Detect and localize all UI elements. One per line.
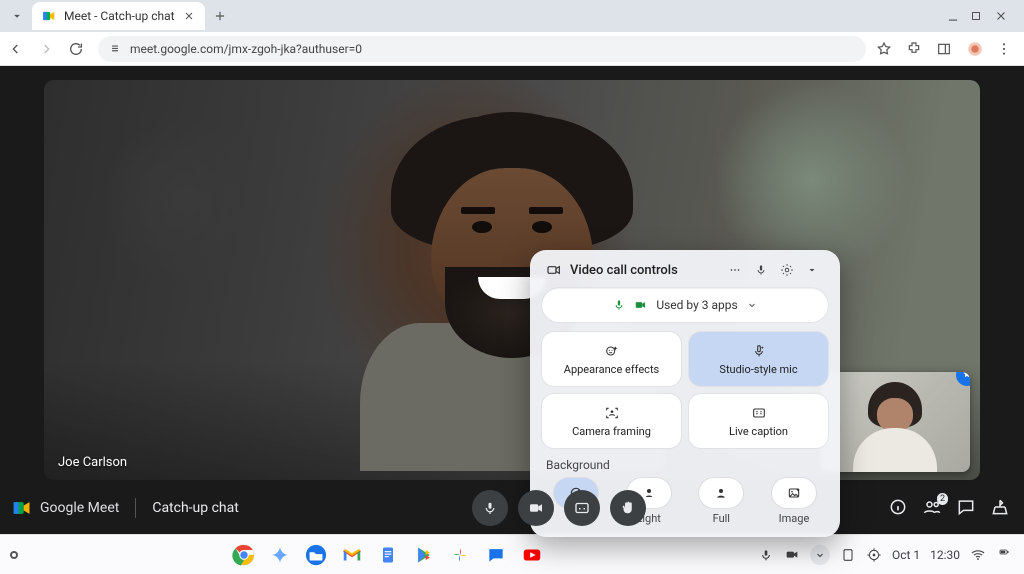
mic-toggle-button[interactable]: [472, 490, 508, 526]
camera-framing-icon: [604, 405, 620, 421]
studio-mic-icon: [751, 343, 767, 359]
panel-collapse-icon[interactable]: [806, 264, 824, 276]
tab-search-dropdown[interactable]: [6, 5, 28, 27]
live-caption-icon: [751, 405, 767, 421]
window-minimize-button[interactable]: [946, 9, 970, 23]
participant-name-label: Joe Carlson: [58, 455, 127, 470]
people-count-badge: 2: [937, 493, 948, 505]
site-settings-icon[interactable]: [108, 42, 122, 56]
play-store int-app-icon[interactable]: [412, 543, 436, 567]
browser-toolbar: meet.google.com/jmx-zgoh-jka?authuser=0: [0, 32, 1024, 66]
divider: [135, 498, 136, 518]
new-tab-button[interactable]: [213, 9, 227, 23]
meet-favicon-icon: [42, 9, 56, 23]
meet-bottom-bar: Google Meet Catch-up chat 2: [0, 486, 1024, 534]
panel-mic-icon[interactable]: [754, 263, 772, 277]
nav-forward-button[interactable]: [38, 41, 58, 57]
apps-usage-pill[interactable]: Used by 3 apps: [542, 288, 828, 322]
tray-expand-icon[interactable]: [810, 545, 830, 565]
tray-locate-icon[interactable]: [866, 547, 882, 563]
chat-panel-icon[interactable]: [956, 497, 978, 519]
camera-toggle-button[interactable]: [518, 490, 554, 526]
tab-title: Meet - Catch-up chat: [64, 9, 175, 23]
activities-icon[interactable]: [990, 497, 1012, 519]
extensions-icon[interactable]: [906, 41, 926, 57]
apps-usage-label: Used by 3 apps: [656, 298, 737, 312]
panel-title: Video call controls: [570, 263, 678, 278]
live-caption-label: Live caption: [729, 425, 788, 438]
gmail-app-icon[interactable]: [340, 543, 364, 567]
appearance-effects-label: Appearance effects: [564, 363, 659, 376]
battery-icon[interactable]: [996, 549, 1014, 561]
wifi-icon[interactable]: [970, 547, 986, 563]
meeting-details-icon[interactable]: [888, 497, 910, 519]
shelf-date: Oct 1: [892, 548, 920, 562]
window-close-button[interactable]: [994, 9, 1018, 23]
status-tray[interactable]: Oct 1 12:30: [758, 545, 1014, 565]
self-view-effects-badge-icon[interactable]: [956, 372, 970, 386]
meet-logo: Google Meet: [12, 498, 119, 518]
chrome-menu-icon[interactable]: [996, 41, 1016, 57]
camera-framing-card[interactable]: Camera framing: [542, 394, 681, 448]
profile-avatar-icon[interactable]: [966, 40, 986, 58]
chevron-down-icon: [746, 299, 758, 311]
bookmark-star-icon[interactable]: [876, 41, 896, 57]
nav-reload-button[interactable]: [68, 41, 88, 57]
meeting-title: Catch-up chat: [152, 500, 239, 516]
nav-back-button[interactable]: [8, 41, 28, 57]
address-bar[interactable]: meet.google.com/jmx-zgoh-jka?authuser=0: [98, 36, 866, 62]
live-caption-card[interactable]: Live caption: [689, 394, 828, 448]
meet-brand-label: Google Meet: [40, 500, 119, 516]
side-panel-icon[interactable]: [936, 41, 956, 57]
panel-settings-icon[interactable]: [780, 263, 798, 277]
appearance-effects-card[interactable]: Appearance effects: [542, 332, 681, 386]
shelf-time: 12:30: [930, 548, 960, 562]
gemini-app-icon[interactable]: [268, 543, 292, 567]
sparkle-face-icon: [604, 343, 620, 359]
photos-app-icon[interactable]: [448, 543, 472, 567]
url-text: meet.google.com/jmx-zgoh-jka?authuser=0: [130, 42, 362, 56]
camera-framing-label: Camera framing: [572, 425, 651, 438]
camera-green-icon: [634, 298, 648, 312]
self-view-tile[interactable]: [820, 372, 970, 472]
tab-close-icon[interactable]: [183, 10, 195, 22]
tray-cast-icon[interactable]: [840, 547, 856, 563]
background-section-label: Background: [546, 458, 824, 472]
captions-button[interactable]: [564, 490, 600, 526]
camera-icon: [546, 262, 562, 278]
messages-app-icon[interactable]: [484, 543, 508, 567]
window-maximize-button[interactable]: [970, 10, 994, 22]
browser-tab-active[interactable]: Meet - Catch-up chat: [32, 2, 205, 30]
studio-mic-card[interactable]: Studio-style mic: [689, 332, 828, 386]
files-app-icon[interactable]: [304, 543, 328, 567]
mic-green-icon: [612, 298, 626, 312]
panel-more-icon[interactable]: [728, 263, 746, 277]
tray-mic-icon[interactable]: [758, 547, 774, 563]
meet-logo-icon: [12, 498, 32, 518]
tray-camera-icon[interactable]: [784, 547, 800, 563]
chrome-app-icon[interactable]: [232, 543, 256, 567]
meet-call-area: Joe Carlson Video call controls: [0, 66, 1024, 534]
youtube-app-icon[interactable]: [520, 543, 544, 567]
docs-app-icon[interactable]: [376, 543, 400, 567]
browser-tab-strip: Meet - Catch-up chat: [0, 0, 1024, 32]
raise-hand-button[interactable]: [610, 490, 646, 526]
studio-mic-label: Studio-style mic: [719, 363, 797, 376]
people-panel-icon[interactable]: 2: [922, 497, 944, 519]
chromeos-shelf: Oct 1 12:30: [0, 534, 1024, 574]
launcher-button[interactable]: [10, 551, 18, 559]
